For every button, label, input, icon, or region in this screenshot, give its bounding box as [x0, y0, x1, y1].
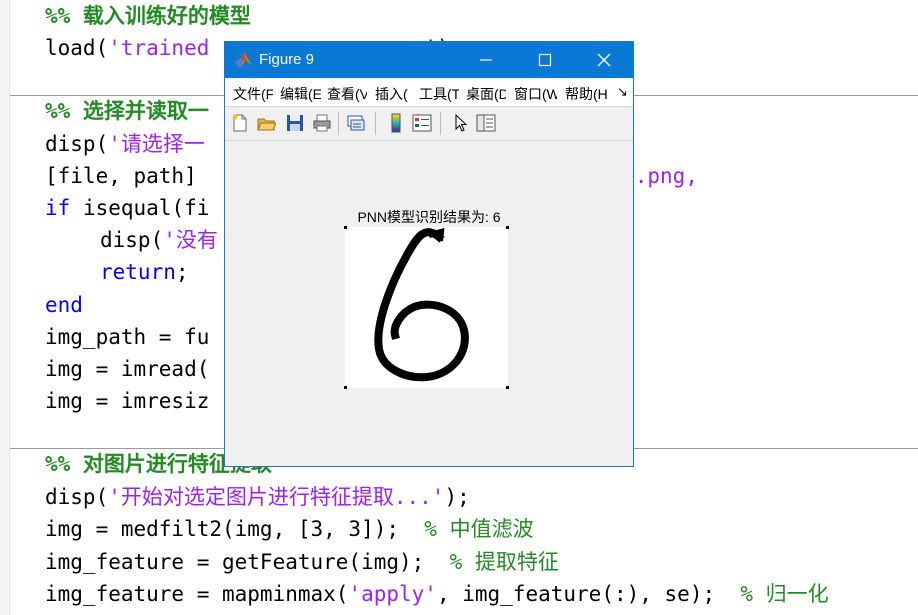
code-token: % 提取特征 — [449, 550, 559, 574]
code-line-8[interactable]: return; — [100, 260, 189, 284]
matlab-logo-icon — [235, 52, 252, 68]
figure-toolbar — [225, 107, 633, 141]
code-token: '没有 — [163, 228, 218, 252]
handwritten-digit-image — [374, 228, 469, 382]
toolbar-separator — [338, 112, 339, 135]
toolbar-separator — [440, 112, 441, 135]
code-line-15[interactable]: img = medfilt2(img, [3, 3]); % 中值滤波 — [45, 517, 534, 541]
code-token: 'apply' — [348, 582, 437, 606]
maximize-button[interactable] — [516, 42, 574, 78]
new-figure-icon[interactable] — [230, 113, 250, 133]
close-button[interactable] — [575, 42, 633, 78]
link-plot-icon[interactable] — [346, 113, 366, 133]
code-token: [file, path] — [45, 164, 197, 188]
code-token: % 归一化 — [740, 582, 829, 606]
menu-file[interactable]: 文件(F — [233, 84, 273, 104]
pointer-icon[interactable] — [450, 113, 470, 133]
menu-desktop[interactable]: 桌面(D — [466, 84, 506, 104]
code-line-16[interactable]: img_feature = getFeature(img); % 提取特征 — [45, 550, 559, 574]
axes-corner-tick — [506, 226, 509, 229]
print-icon[interactable] — [312, 113, 332, 133]
menu-overflow-icon[interactable]: ↘ — [617, 84, 628, 100]
code-token: return — [100, 260, 176, 284]
figure-title: Figure 9 — [259, 51, 315, 68]
code-token: end — [45, 293, 83, 317]
code-line-1[interactable]: %% 载入训练好的模型 — [45, 4, 251, 28]
menu-edit[interactable]: 编辑(E — [280, 84, 321, 104]
code-line-4[interactable]: disp('请选择一 — [45, 132, 205, 156]
toolbar-separator — [375, 112, 376, 135]
code-line-3[interactable]: %% 选择并读取一 — [45, 99, 209, 123]
code-token: disp( — [45, 132, 109, 156]
figure-titlebar[interactable]: Figure 9 — [225, 42, 633, 78]
minimize-button[interactable] — [457, 42, 515, 78]
code-token: % 中值滤波 — [424, 517, 534, 541]
property-editor-icon[interactable] — [476, 113, 496, 133]
minimize-icon — [480, 59, 492, 61]
legend-icon[interactable] — [412, 113, 432, 133]
code-line-6[interactable]: if isequal(fi — [45, 196, 209, 220]
code-line-14[interactable]: disp('开始对选定图片进行特征提取...'); — [45, 485, 470, 509]
code-token: %% 载入训练好的模型 — [45, 4, 251, 28]
code-token: '请选择一 — [108, 132, 205, 156]
code-token: load( — [45, 36, 109, 60]
editor-gutter — [0, 0, 10, 615]
code-token: ); — [444, 485, 470, 509]
code-token: ; — [175, 260, 189, 284]
code-token: img = imresiz — [45, 389, 210, 413]
code-line-17[interactable]: img_feature = mapminmax('apply', img_fea… — [45, 582, 829, 606]
code-token: isequal(fi — [70, 196, 210, 220]
code-token: %% 选择并读取一 — [45, 99, 209, 123]
code-token: , img_feature(:), se); — [436, 582, 741, 606]
code-token: 'trained — [108, 36, 210, 60]
menu-help[interactable]: 帮助(H — [565, 84, 607, 104]
code-line-7[interactable]: disp('没有 — [100, 228, 218, 252]
code-token: '开始对选定图片进行特征提取...' — [108, 485, 445, 509]
open-file-icon[interactable] — [256, 113, 276, 133]
code-token: if — [45, 196, 71, 220]
code-token: img = medfilt2(img, [3, 3]); — [45, 517, 425, 541]
code-line-10[interactable]: img_path = fu — [45, 325, 209, 349]
close-icon — [597, 53, 611, 67]
figure-menubar: 文件(F 编辑(E 查看(V 插入( 工具(T 桌面(D 窗口(W 帮助(H ↘ — [225, 78, 633, 107]
code-token: img_feature = mapminmax( — [45, 582, 349, 606]
menu-view[interactable]: 查看(V — [327, 84, 367, 104]
figure-window[interactable]: Figure 9 文件(F 编辑(E 查看(V 插入( 工具(T 桌面(D 窗口… — [224, 41, 634, 467]
menu-tools[interactable]: 工具(T — [419, 84, 459, 104]
menu-insert[interactable]: 插入( — [375, 84, 412, 104]
code-token: img_path = fu — [45, 325, 210, 349]
code-token: disp( — [100, 228, 164, 252]
menu-window[interactable]: 窗口(W — [514, 84, 557, 104]
code-line-9[interactable]: end — [45, 293, 83, 317]
code-token: img_feature = getFeature(img); — [45, 550, 450, 574]
code-token: img = imread( — [45, 357, 210, 381]
maximize-icon — [538, 53, 552, 67]
axes-corner-tick — [506, 386, 509, 389]
code-line-11[interactable]: img = imread( — [45, 357, 209, 381]
axes-corner-tick — [344, 386, 347, 389]
axes-corner-tick — [344, 226, 347, 229]
image-axes[interactable] — [344, 226, 509, 389]
axes-title: PNN模型识别结果为: 6 — [357, 209, 501, 225]
code-token: disp( — [45, 485, 109, 509]
save-icon[interactable] — [285, 113, 305, 133]
colorbar-icon[interactable] — [386, 113, 406, 133]
